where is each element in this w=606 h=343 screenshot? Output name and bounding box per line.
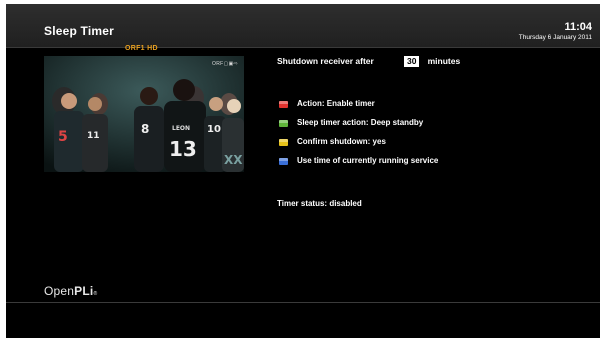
channel-name: ORF1 HD: [125, 45, 158, 52]
yellow-key-icon: [279, 139, 288, 146]
option-label: Confirm shutdown: yes: [297, 137, 386, 146]
logo-open: Open: [44, 284, 75, 298]
jersey-number: 10: [207, 124, 221, 135]
option-label: Use time of currently running service: [297, 156, 439, 165]
jersey-number: 8: [141, 122, 149, 136]
footer-divider: [6, 302, 600, 303]
logo-mark: ®: [93, 291, 98, 297]
page-title: Sleep Timer: [44, 24, 115, 38]
minutes-unit: minutes: [427, 56, 461, 66]
jersey-name: LEON: [172, 125, 190, 132]
clock-date: Thursday 6 January 2011: [518, 34, 592, 41]
jersey-number: XX: [224, 153, 243, 167]
jersey-number: 13: [169, 137, 197, 161]
shutdown-setting[interactable]: Shutdown receiver after 30 minutes: [277, 56, 461, 68]
option-label: Sleep timer action: Deep standby: [297, 118, 424, 127]
title-bar: Sleep Timer 11:04 Thursday 6 January 201…: [6, 4, 600, 48]
channel-logo-badge: ORF▢▣⇨: [212, 61, 238, 67]
red-key-icon: [279, 101, 288, 108]
shutdown-label: Shutdown receiver after: [277, 56, 374, 66]
timer-status: Timer status: disabled: [277, 199, 362, 208]
jersey-number: 5: [58, 129, 68, 145]
minutes-input[interactable]: 30: [404, 56, 420, 68]
video-preview: 5 11 8 LEON 13 10 XX ORF▢▣⇨: [44, 56, 244, 172]
tv-screen: Sleep Timer 11:04 Thursday 6 January 201…: [6, 4, 600, 338]
clock-time: 11:04: [564, 21, 592, 33]
preview-frame: 5 11 8 LEON 13 10 XX: [44, 56, 244, 172]
jersey-number: 11: [87, 131, 100, 141]
openpli-logo: OpenPLi®: [44, 284, 97, 298]
green-key-icon: [279, 120, 288, 127]
logo-pli: PLi: [74, 284, 94, 298]
blue-key-icon: [279, 158, 288, 165]
option-label: Action: Enable timer: [297, 99, 375, 108]
